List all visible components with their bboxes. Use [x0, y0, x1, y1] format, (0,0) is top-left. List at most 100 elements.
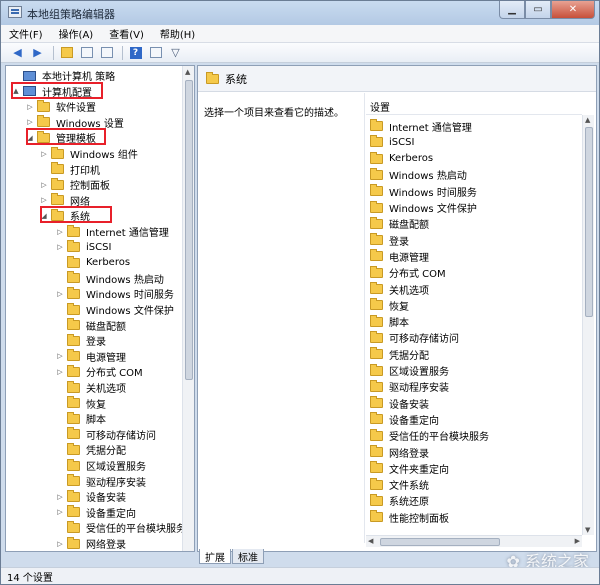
list-item[interactable]: iSCSI	[370, 134, 414, 150]
tree-item[interactable]: ▷ 分布式 COM	[56, 364, 143, 379]
list-item[interactable]: 网络登录	[370, 444, 429, 460]
list-scrollbar[interactable]: ▲ ▼	[582, 115, 594, 535]
list-item[interactable]: Internet 通信管理	[370, 118, 472, 134]
tree-item[interactable]: ▷ Windows 组件	[40, 146, 138, 161]
list-item[interactable]: 恢复	[370, 297, 409, 313]
tree-item[interactable]: ▷ 设备安装	[56, 489, 126, 504]
expand-arrow-icon[interactable]: ▷	[26, 118, 34, 126]
show-hide-tree-icon[interactable]	[78, 45, 95, 60]
expand-arrow-icon[interactable]: ▷	[56, 540, 64, 548]
tree-item[interactable]: Windows 热启动	[56, 271, 164, 286]
list-hscrollbar[interactable]: ◀ ▶	[366, 535, 582, 547]
tree-item[interactable]: 驱动程序安装	[56, 474, 146, 489]
menu-action[interactable]: 操作(A)	[59, 26, 94, 41]
scroll-right-icon[interactable]: ▶	[575, 537, 580, 545]
expand-arrow-icon[interactable]: ▷	[56, 368, 64, 376]
tab-extended[interactable]: 扩展	[199, 549, 231, 564]
list-item[interactable]: 关机选项	[370, 281, 429, 297]
scroll-left-icon[interactable]: ◀	[368, 537, 373, 545]
tree-item[interactable]: 区域设置服务	[56, 458, 146, 473]
tree-item[interactable]: ▷ 网络登录	[56, 536, 126, 551]
menu-file[interactable]: 文件(F)	[9, 26, 43, 41]
tree-item[interactable]: 磁盘配额	[56, 318, 126, 333]
expand-arrow-icon[interactable]: ▷	[56, 352, 64, 360]
tree-item-label: Windows 时间服务	[86, 290, 174, 302]
export-list-icon[interactable]	[98, 45, 115, 60]
list-item[interactable]: 文件夹重定向	[370, 460, 449, 476]
expand-arrow-icon[interactable]: ▷	[56, 290, 64, 298]
menu-view[interactable]: 查看(V)	[109, 26, 144, 41]
tree-item[interactable]: ▷ iSCSI	[56, 240, 111, 255]
tree-item[interactable]: ▷ 控制面板	[40, 177, 110, 192]
expand-arrow-icon[interactable]: ▷	[40, 181, 48, 189]
toolbar: ◀ ▶ ? ▽	[1, 43, 599, 63]
tree-item[interactable]: Kerberos	[56, 255, 130, 270]
list-item[interactable]: 受信任的平台模块服务	[370, 428, 489, 444]
tree-item[interactable]: 本地计算机 策略	[12, 68, 115, 83]
tree-item[interactable]: ▷ 电源管理	[56, 349, 126, 364]
list-item[interactable]: 凭据分配	[370, 346, 429, 362]
tree-item[interactable]: ▷ Internet 通信管理	[56, 224, 169, 239]
folder-icon	[67, 286, 80, 299]
tree-item[interactable]: 关机选项	[56, 380, 126, 395]
list-item[interactable]: Kerberos	[370, 151, 433, 167]
list-item[interactable]: 文件系统	[370, 477, 429, 493]
tree-item-label: Internet 通信管理	[86, 228, 169, 239]
list-item[interactable]: 分布式 COM	[370, 265, 446, 281]
list-item[interactable]: Windows 文件保护	[370, 200, 477, 216]
maximize-button[interactable]: ▭	[525, 1, 551, 19]
filter-icon[interactable]: ▽	[167, 45, 184, 60]
list-scroll-thumb[interactable]	[585, 127, 593, 317]
tree-item[interactable]: 脚本	[56, 411, 106, 426]
close-button[interactable]: ✕	[551, 1, 595, 19]
tree-scrollbar[interactable]: ▲	[182, 66, 194, 551]
list-hscroll-thumb[interactable]	[380, 538, 500, 546]
tree-scroll-thumb[interactable]	[185, 80, 193, 380]
tree-item[interactable]: 受信任的平台模块服务	[56, 520, 186, 535]
list-item[interactable]: 电源管理	[370, 248, 429, 264]
expand-arrow-icon[interactable]: ▷	[40, 196, 48, 204]
tree-item[interactable]: 打印机	[40, 162, 100, 177]
tree-item[interactable]: 登录	[56, 333, 106, 348]
expand-arrow-icon[interactable]: ▷	[56, 228, 64, 236]
tree-item[interactable]: Windows 文件保护	[56, 302, 174, 317]
tree-item[interactable]: 可移动存储访问	[56, 427, 156, 442]
expand-arrow-icon[interactable]: ▷	[56, 243, 64, 251]
toolbar-separator-2	[122, 45, 123, 60]
menu-help[interactable]: 帮助(H)	[160, 26, 195, 41]
list-item[interactable]: 磁盘配额	[370, 216, 429, 232]
list-item[interactable]: Windows 热启动	[370, 167, 467, 183]
tree-item[interactable]: ▷ Windows 时间服务	[56, 286, 174, 301]
properties-icon[interactable]	[147, 45, 164, 60]
tree-item[interactable]: 恢复	[56, 396, 106, 411]
expand-arrow-icon[interactable]: ▷	[56, 508, 64, 516]
column-header-settings[interactable]: 设置	[366, 99, 582, 115]
expand-arrow-icon[interactable]: ▷	[26, 103, 34, 111]
list-item[interactable]: Windows 时间服务	[370, 183, 477, 199]
back-arrow-icon[interactable]: ◀	[9, 45, 26, 60]
scroll-up-icon[interactable]: ▲	[585, 116, 590, 124]
expand-arrow-icon[interactable]: ▷	[40, 150, 48, 158]
up-folder-icon[interactable]	[58, 45, 75, 60]
list-item[interactable]: 性能控制面板	[370, 509, 449, 525]
expand-arrow-icon[interactable]: ▷	[56, 493, 64, 501]
scroll-down-icon[interactable]: ▼	[585, 526, 590, 534]
folder-icon	[67, 396, 80, 409]
list-item[interactable]: 驱动程序安装	[370, 379, 449, 395]
tree-item[interactable]: ▷ 设备重定向	[56, 505, 136, 520]
tree-item[interactable]: ▷ 软件设置	[26, 99, 96, 114]
list-item[interactable]: 系统还原	[370, 493, 429, 509]
list-item[interactable]: 可移动存储访问	[370, 330, 459, 346]
help-icon[interactable]: ?	[127, 45, 144, 60]
list-item[interactable]: 脚本	[370, 314, 409, 330]
tree-item-label: 设备安装	[86, 493, 126, 505]
scroll-up-icon[interactable]: ▲	[185, 68, 190, 76]
list-item[interactable]: 区域设置服务	[370, 363, 449, 379]
list-item[interactable]: 设备安装	[370, 395, 429, 411]
minimize-button[interactable]: ▁	[499, 1, 525, 19]
tab-standard[interactable]: 标准	[232, 549, 264, 564]
list-item[interactable]: 登录	[370, 232, 409, 248]
list-item[interactable]: 设备重定向	[370, 411, 439, 427]
forward-arrow-icon[interactable]: ▶	[29, 45, 46, 60]
tree-item[interactable]: 凭据分配	[56, 442, 126, 457]
